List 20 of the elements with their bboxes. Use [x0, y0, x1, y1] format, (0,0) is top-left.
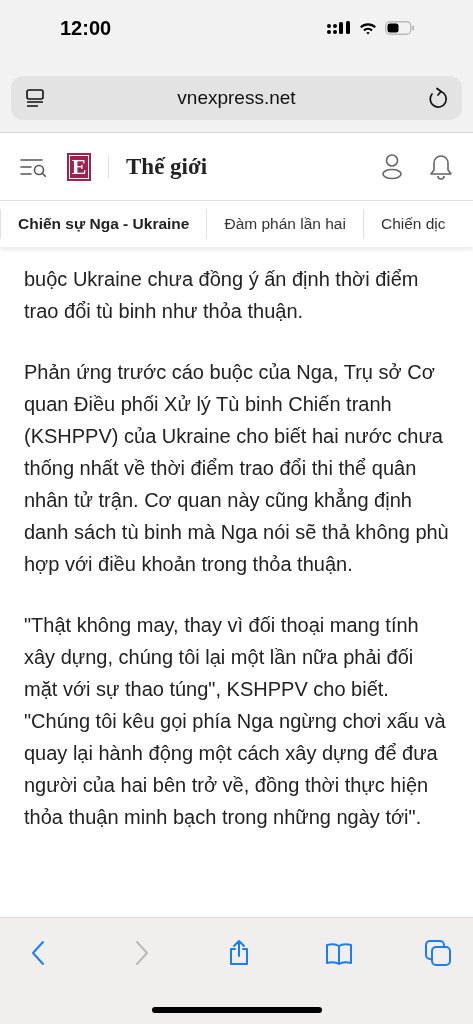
url-text: vnexpress.net	[177, 87, 296, 109]
topic-tab[interactable]: Đàm phán lần hai	[206, 209, 363, 239]
topic-tab[interactable]: Chiến sự Nga - Ukraine	[0, 209, 207, 239]
address-field[interactable]: vnexpress.net	[11, 76, 462, 120]
article-paragraph: buộc Ukraine chưa đồng ý ấn định thời điểm trao đổi tù binh như thỏa thuận.	[24, 267, 420, 324]
reader-icon[interactable]	[25, 88, 45, 108]
bell-icon[interactable]	[429, 153, 453, 180]
user-icon[interactable]	[381, 153, 403, 180]
signal-icon	[327, 21, 351, 35]
reload-icon[interactable]	[428, 87, 448, 109]
topic-tab[interactable]: Chiến dịc	[362, 209, 463, 239]
site-logo[interactable]: E	[67, 152, 91, 181]
clock-time: 12:00	[60, 16, 112, 40]
menu-search-icon[interactable]	[20, 156, 47, 177]
tabs-icon[interactable]	[423, 938, 453, 968]
article-paragraph: "Thật không may, thay vì đối thoại mang tính xây dựng, chúng tôi lại một lần nữa phải đối mặt với sự thao túng", KSHPPV cho biết. "Chúng tôi kêu gọi phía Nga ngừng chơi xấu và quay lại hành động một cách xây dựng để đưa người của hai bên trở về, đồng thời thực hiện thỏa thuận minh bạch trong những ngày tới".	[24, 613, 447, 830]
wifi-icon	[359, 21, 377, 35]
battery-icon	[385, 21, 415, 35]
article-paragraph: Phản ứng trước cáo buộc của Nga, Trụ sở Cơ quan Điều phối Xử lý Tù binh Chiến tranh (KSHPPV) của Ukraine cho biết hai nước chưa thống nhất về thời điểm trao đổi thi thể quân nhân tử trận. Cơ quan này cũng khẳng định danh sách tù binh mà Nga nói sẽ thả không phù hợp với điều khoản trong thỏa thuận.	[24, 360, 450, 577]
section-title: Thế giới	[126, 153, 209, 180]
